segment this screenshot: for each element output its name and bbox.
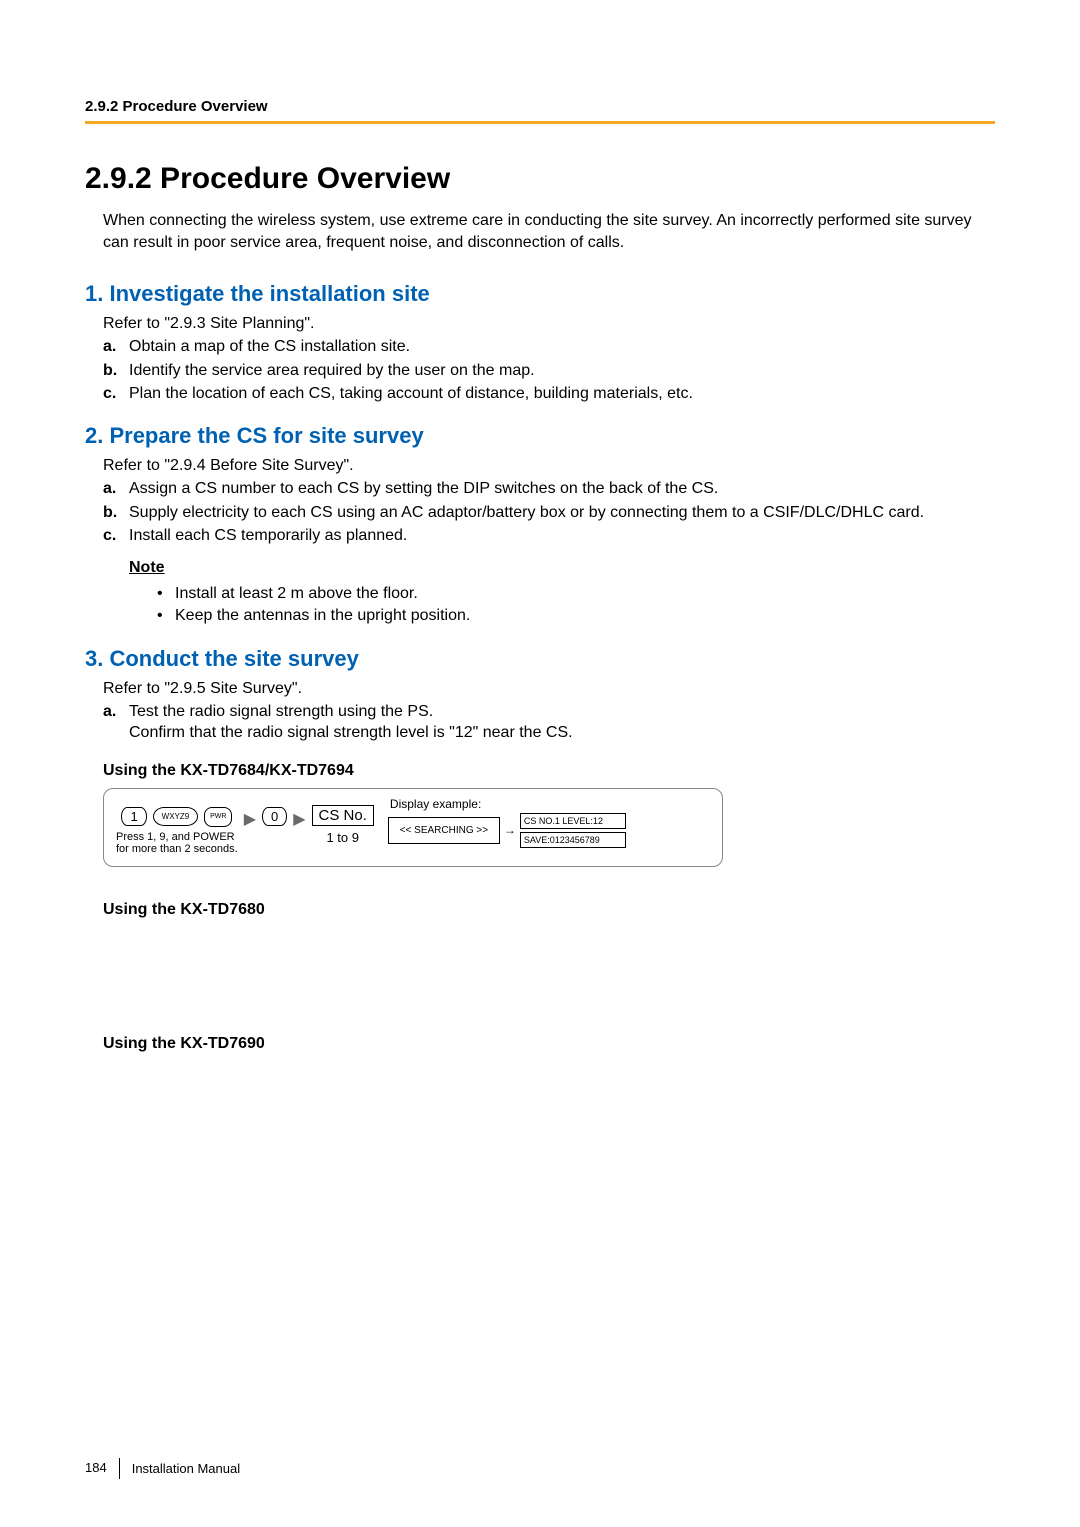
page-footer: 184 Installation Manual — [85, 1458, 240, 1479]
note-item: Keep the antennas in the upright positio… — [157, 605, 995, 627]
list-item: a.Assign a CS number to each CS by setti… — [103, 478, 995, 500]
list-item-text: Obtain a map of the CS installation site… — [129, 338, 410, 355]
list-item: b.Supply electricity to each CS using an… — [103, 502, 995, 524]
press-caption: Press 1, 9, and POWER for more than 2 se… — [116, 831, 238, 856]
list-item-text: Supply electricity to each CS using an A… — [129, 504, 924, 521]
section-1-refer: Refer to "2.9.3 Site Planning". — [103, 315, 995, 333]
section-2-refer: Refer to "2.9.4 Before Site Survey". — [103, 457, 995, 475]
key-0-icon: 0 — [262, 807, 287, 826]
list-item-text: Confirm that the radio signal strength l… — [129, 724, 573, 741]
power-key-icon: PWR — [204, 807, 232, 827]
list-item-text: Plan the location of each CS, taking acc… — [129, 385, 693, 402]
intro-paragraph: When connecting the wireless system, use… — [103, 210, 995, 253]
cs-no-box: CS No. — [312, 805, 374, 826]
doc-title-footer: Installation Manual — [132, 1461, 240, 1476]
subhead-kx-td7680: Using the KX-TD7680 — [103, 901, 995, 919]
section-1-heading: 1. Investigate the installation site — [85, 281, 995, 307]
step-arrow-icon: ▶ — [293, 809, 305, 829]
lcd-save: SAVE:0123456789 — [520, 832, 626, 848]
page-title: 2.9.2 Procedure Overview — [85, 162, 995, 196]
cs-no-caption: 1 to 9 — [326, 830, 359, 845]
key-sequence-column: 1 WXYZ9 PWR Press 1, 9, and POWER for mo… — [116, 801, 238, 856]
list-item: c.Install each CS temporarily as planned… — [103, 525, 995, 547]
header-rule — [85, 121, 995, 124]
lcd-cs-level: CS NO.1 LEVEL:12 — [520, 813, 626, 829]
note-block: Note Install at least 2 m above the floo… — [129, 559, 995, 628]
note-title: Note — [129, 559, 995, 577]
section-3-list: a. Test the radio signal strength using … — [103, 701, 995, 744]
key-9-icon: WXYZ9 — [153, 807, 199, 826]
display-example-label: Display example: — [388, 797, 626, 811]
subhead-kx-td7684: Using the KX-TD7684/KX-TD7694 — [103, 762, 995, 780]
subhead-kx-td7690: Using the KX-TD7690 — [103, 1035, 995, 1053]
section-3-heading: 3. Conduct the site survey — [85, 646, 995, 672]
procedure-diagram: 1 WXYZ9 PWR Press 1, 9, and POWER for mo… — [103, 788, 723, 867]
section-1-list: a.Obtain a map of the CS installation si… — [103, 336, 995, 405]
list-item-text: Install each CS temporarily as planned. — [129, 527, 407, 544]
list-item: a. Test the radio signal strength using … — [103, 701, 995, 744]
list-item: a.Obtain a map of the CS installation si… — [103, 336, 995, 358]
note-list: Install at least 2 m above the floor. Ke… — [157, 583, 995, 628]
running-header: 2.9.2 Procedure Overview — [85, 98, 995, 115]
result-arrow-icon: → — [504, 823, 516, 837]
section-2-heading: 2. Prepare the CS for site survey — [85, 423, 995, 449]
key-1-icon: 1 — [121, 807, 146, 826]
display-example-block: Display example: << SEARCHING >> → CS NO… — [388, 797, 626, 848]
list-item: b.Identify the service area required by … — [103, 360, 995, 382]
page-number: 184 — [85, 1458, 120, 1479]
note-item: Install at least 2 m above the floor. — [157, 583, 995, 605]
list-item: c.Plan the location of each CS, taking a… — [103, 383, 995, 405]
section-3-refer: Refer to "2.9.5 Site Survey". — [103, 680, 995, 698]
lcd-searching: << SEARCHING >> — [388, 817, 500, 844]
list-item-text: Assign a CS number to each CS by setting… — [129, 480, 718, 497]
list-item-text: Identify the service area required by th… — [129, 362, 535, 379]
step-arrow-icon: ▶ — [244, 809, 256, 829]
list-item-text: Test the radio signal strength using the… — [129, 703, 433, 720]
section-2-list: a.Assign a CS number to each CS by setti… — [103, 478, 995, 547]
